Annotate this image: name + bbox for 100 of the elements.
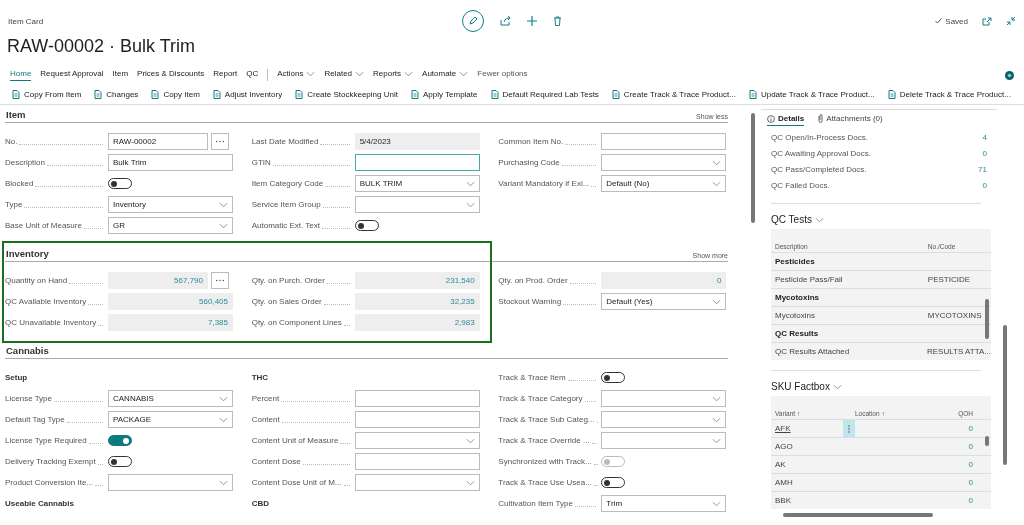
action-button[interactable]: Create Track & Trace Product... — [611, 89, 736, 99]
action-button[interactable]: Adjust Inventory — [212, 89, 283, 99]
menu-tab[interactable]: Reports — [373, 69, 414, 81]
text-field[interactable] — [601, 133, 727, 150]
chevron-down-icon — [712, 500, 722, 507]
factbox-tab[interactable]: Details — [767, 114, 805, 126]
fewer-options-link[interactable]: Fewer options — [477, 69, 528, 81]
dropdown-field[interactable]: CANNABIS — [108, 390, 233, 407]
dropdown-field[interactable] — [354, 196, 480, 213]
dropdown-field[interactable] — [601, 154, 727, 171]
chevron-down-icon — [355, 70, 365, 77]
action-button[interactable]: Changes — [94, 89, 139, 99]
text-field[interactable] — [354, 453, 480, 470]
chevron-down-icon — [465, 437, 475, 444]
dropdown-field[interactable] — [354, 432, 480, 449]
table-cell[interactable]: AGO — [775, 442, 793, 451]
plus-icon[interactable] — [527, 16, 537, 26]
text-field[interactable] — [354, 411, 480, 428]
collapse-icon[interactable] — [1006, 16, 1016, 26]
detail-count[interactable]: 4 — [982, 132, 987, 142]
table-cell[interactable]: AMH — [775, 478, 793, 487]
open-in-new-window-icon[interactable] — [982, 16, 992, 26]
menu-tab[interactable]: Actions — [277, 69, 316, 81]
factbox-tab[interactable]: Attachments (0) — [818, 114, 883, 126]
table-cell-text: QC Results Attached — [775, 347, 851, 356]
action-button[interactable]: Create Stockkeeping Unit — [295, 89, 398, 99]
toggle-switch[interactable] — [108, 435, 132, 446]
dropdown-field[interactable]: PACKAGE — [108, 411, 233, 428]
text-field[interactable]: RAW-00002 — [108, 133, 208, 150]
info-icon — [767, 114, 775, 123]
lookup-button[interactable] — [211, 272, 229, 289]
field-label: Automatic Ext. Text — [251, 221, 320, 230]
action-button[interactable]: Copy Item — [151, 89, 200, 99]
scrollbar[interactable] — [985, 299, 989, 339]
factbox-title[interactable]: QC Tests — [771, 214, 812, 225]
action-button[interactable]: Apply Template — [410, 89, 478, 99]
dropdown-field[interactable]: BULK TRIM — [354, 175, 480, 192]
toggle-switch[interactable] — [354, 220, 379, 231]
dropdown-field[interactable] — [601, 411, 727, 428]
detail-count[interactable]: 0 — [982, 180, 987, 190]
share-icon[interactable] — [500, 16, 511, 26]
field-label: QC Unavailable Inventory — [5, 318, 97, 327]
toggle-switch[interactable] — [108, 178, 132, 189]
ribbon-tab[interactable]: Prices & Discounts — [137, 69, 205, 81]
table-cell[interactable]: BBK — [775, 496, 791, 505]
row-menu-button[interactable] — [843, 420, 855, 437]
document-icon — [611, 89, 620, 99]
ribbon-tab[interactable]: Item — [112, 69, 129, 81]
paperclip-icon — [818, 114, 824, 123]
menu-tab[interactable]: Automate — [422, 69, 469, 81]
dropdown-field[interactable]: GR — [108, 217, 233, 234]
document-icon — [212, 89, 221, 99]
dropdown-field[interactable]: Trim — [601, 495, 727, 512]
field-label: Service Item Group — [251, 200, 321, 209]
read-only-field: 5/4/2023 — [354, 133, 480, 150]
info-icon[interactable] — [1005, 70, 1014, 80]
ribbon-tab[interactable]: QC — [246, 69, 259, 81]
table-cell-text: 0 — [967, 424, 973, 433]
chevron-down-icon — [219, 201, 228, 208]
field-label: Track & Trace Override ... — [498, 436, 590, 445]
field-label: Track & Trace Sub Categ... — [498, 415, 595, 424]
table-cell-text: PESTICIDE — [927, 275, 972, 284]
toggle-switch[interactable] — [601, 372, 626, 383]
text-field[interactable]: Bulk Trim — [108, 154, 233, 171]
table-cell[interactable]: AFK — [775, 424, 791, 433]
dropdown-field[interactable]: Inventory — [108, 196, 233, 213]
toggle-switch[interactable] — [108, 456, 132, 467]
field-label: Content Dose — [251, 457, 301, 466]
table-cell[interactable]: AK — [775, 460, 786, 469]
action-button[interactable]: Update Track & Trace Product... — [748, 89, 875, 99]
group-heading: THC — [251, 372, 270, 384]
text-field[interactable] — [354, 154, 480, 171]
dropdown-field[interactable] — [354, 474, 480, 491]
text-field[interactable] — [354, 390, 480, 407]
number-field: 2,983 — [354, 314, 480, 331]
table-cell-text: 0 — [967, 442, 973, 451]
scrollbar[interactable] — [985, 436, 989, 446]
dropdown-field[interactable] — [108, 474, 233, 491]
toggle-switch[interactable] — [601, 477, 626, 488]
dropdown-field[interactable]: Default (Yes) — [601, 293, 727, 310]
dropdown-field[interactable]: Default (No) — [601, 175, 727, 192]
menu-tab[interactable]: Related — [324, 69, 365, 81]
action-button[interactable]: Delete Track & Trace Product... — [887, 89, 1011, 99]
dropdown-field[interactable] — [601, 432, 727, 449]
document-icon — [490, 89, 499, 99]
detail-label: QC Open/In-Process Docs. — [771, 132, 868, 142]
dropdown-field[interactable] — [601, 390, 727, 407]
table-cell-text: Pesticides — [775, 257, 816, 266]
action-button[interactable]: Copy From Item — [12, 89, 82, 99]
detail-count[interactable]: 71 — [978, 164, 987, 174]
ribbon-tab[interactable]: Report — [213, 69, 238, 81]
ribbon-tab[interactable]: Home — [10, 69, 32, 81]
table-cell-text: 0 — [967, 478, 973, 487]
ribbon-tab[interactable]: Request Approval — [40, 69, 104, 81]
delete-icon[interactable] — [553, 16, 562, 26]
chevron-down-icon — [404, 70, 414, 77]
lookup-button[interactable] — [211, 133, 229, 150]
action-button[interactable]: Default Required Lab Tests — [490, 89, 599, 99]
factbox-title[interactable]: SKU Factbox — [771, 381, 830, 392]
detail-count[interactable]: 0 — [982, 148, 987, 158]
